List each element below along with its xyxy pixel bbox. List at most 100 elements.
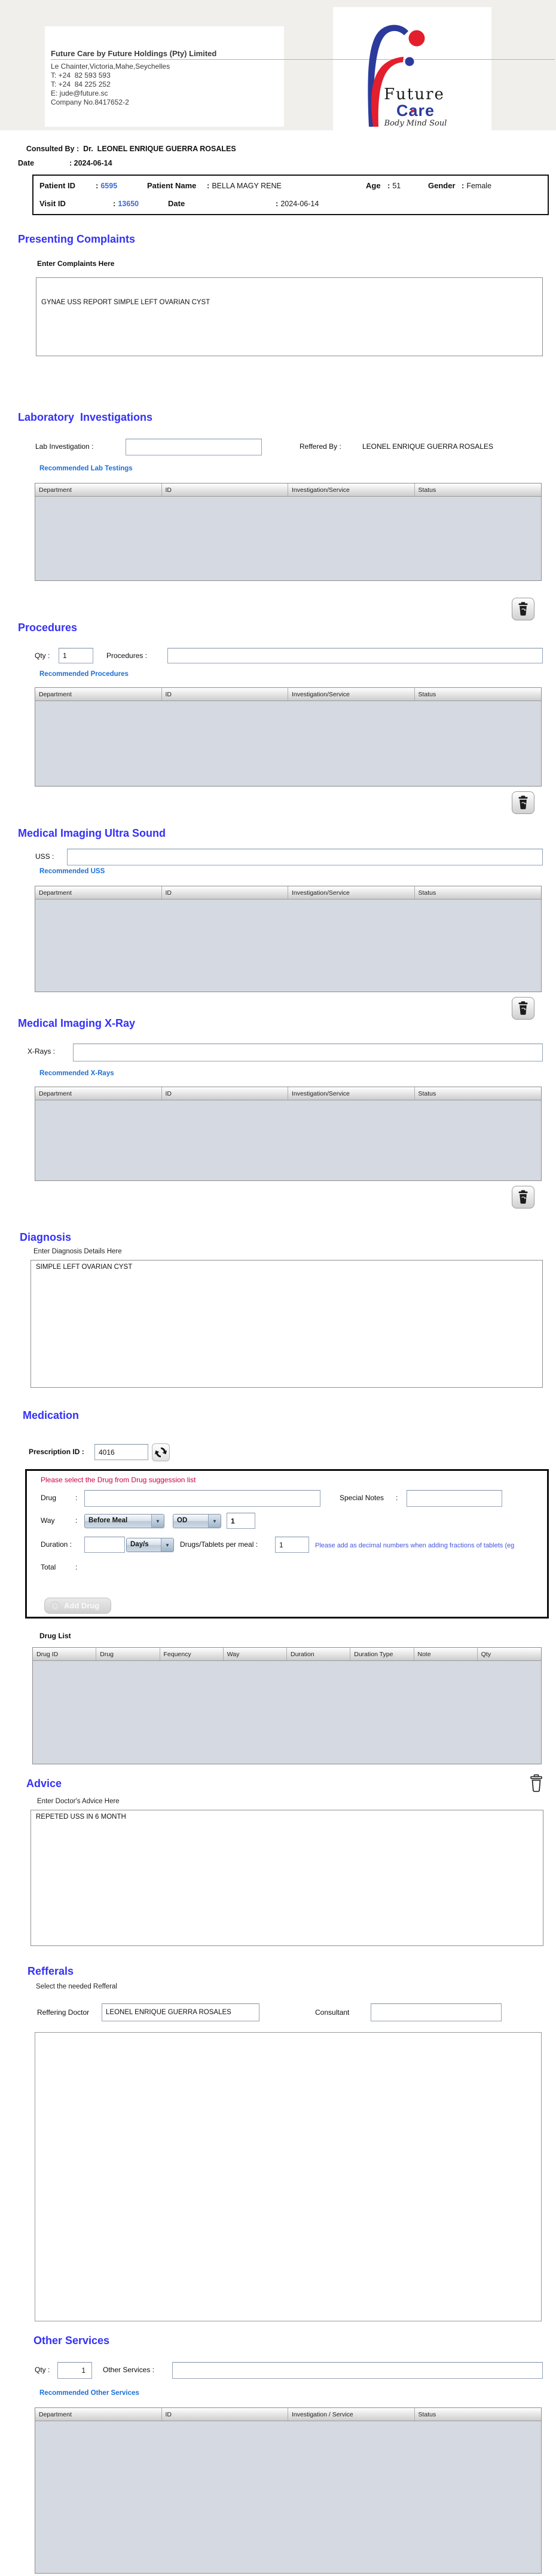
column-header-drug: Drug [96, 1648, 160, 1660]
column-header-department: Department [35, 484, 162, 496]
lab-investigation-label: Lab Investigation : [35, 442, 94, 451]
referred-by-label: Reffered By : [300, 442, 341, 451]
column-header-investigation: Investigation/Service [288, 688, 415, 700]
visit-id-value: 13650 [118, 200, 139, 208]
column-header-investigation: Investigation/Service [288, 484, 415, 496]
column-header-status: Status [418, 2410, 436, 2418]
uss-table-header: Department ID Investigation/Service Stat… [35, 886, 541, 900]
per-meal-hint: Please add as decimal numbers when addin… [315, 1542, 515, 1549]
procedures-label: Procedures : [106, 651, 148, 660]
column-header-id: ID [162, 2408, 288, 2421]
drug-input[interactable] [84, 1490, 320, 1507]
uss-input[interactable] [67, 849, 543, 865]
logo-tagline: Body Mind Soul [384, 119, 447, 128]
column-header-department: Department [35, 886, 162, 899]
section-title-xray: Medical Imaging X-Ray [18, 1017, 136, 1029]
column-header-status: Status [418, 889, 436, 897]
clear-advice-button[interactable] [527, 1773, 545, 1794]
duration-input[interactable] [84, 1537, 125, 1553]
procedures-table-body [35, 701, 541, 786]
clear-lab-table-button[interactable] [512, 598, 534, 620]
column-header-frequency: Fequency [160, 1648, 224, 1660]
way-label: Way [41, 1516, 55, 1525]
company-email: E: jude@future.sc [51, 89, 108, 97]
procedures-qty-input[interactable] [59, 648, 93, 663]
duration-unit-selected-value: Day/s [130, 1541, 149, 1548]
procedures-qty-label: Qty : [35, 651, 50, 660]
patient-info-box: Patient ID : 6595 Patient Name : BELLA M… [32, 175, 549, 215]
column-header-department: Department [35, 2408, 162, 2421]
refresh-icon [154, 1447, 167, 1458]
diagnosis-textarea[interactable]: SIMPLE LEFT OVARIAN CYST [30, 1260, 543, 1388]
referring-doctor-input[interactable] [102, 2003, 259, 2021]
recommended-uss-label: Recommended USS [39, 868, 105, 875]
clear-uss-table-button[interactable] [512, 997, 534, 1020]
other-services-input[interactable] [172, 2362, 543, 2379]
section-title-ultrasound: Medical Imaging Ultra Sound [18, 827, 166, 839]
refresh-prescription-id-button[interactable] [152, 1443, 170, 1461]
column-header-investigation: Investigation/Service [288, 1087, 415, 1100]
patient-name-label: Patient Name [147, 181, 197, 190]
logo-red-dot [408, 30, 425, 47]
company-address-line: Le Chainter,Victoria,Mahe,Seychelles [51, 62, 170, 71]
drug-label: Drug [41, 1494, 57, 1502]
add-drug-button[interactable]: + Add Drug [44, 1598, 111, 1614]
lab-investigation-input[interactable] [126, 439, 262, 455]
logo-blue-dot [405, 57, 414, 66]
other-services-qty-input[interactable] [57, 2362, 92, 2379]
chevron-down-icon: ▼ [208, 1515, 221, 1528]
referral-list-box [35, 2032, 542, 2321]
lab-testings-table: Department ID Investigation/Service Stat… [35, 483, 542, 581]
column-header-investigation: Investigation / Service [288, 2408, 415, 2421]
consult-date-label: Date [18, 159, 35, 167]
consultant-input[interactable] [371, 2003, 502, 2021]
consult-date-row: Date : 2024-06-14 [18, 159, 112, 167]
special-notes-label: Special Notes [340, 1494, 384, 1502]
patient-id-value: 6595 [100, 182, 118, 190]
duration-unit-select[interactable]: Day/s ▼ [126, 1538, 174, 1552]
special-notes-input[interactable] [407, 1490, 502, 1507]
logo-word-care: Care [396, 102, 435, 120]
column-header-status: Status [418, 486, 436, 494]
xray-table-header: Department ID Investigation/Service Stat… [35, 1087, 541, 1100]
column-header-duration-type: Duration Type [350, 1648, 414, 1660]
uss-table: Department ID Investigation/Service Stat… [35, 886, 542, 992]
company-phone-2: T: +24 84 225 252 [51, 80, 111, 88]
clear-procedures-table-button[interactable] [512, 791, 534, 814]
section-title-referrals: Refferals [28, 1965, 74, 1977]
other-services-table-body [35, 2421, 541, 2573]
trash-icon [518, 1190, 528, 1204]
recommended-procedures-label: Recommended Procedures [39, 671, 129, 678]
age-value: 51 [392, 182, 401, 190]
xrays-input[interactable] [73, 1044, 543, 1061]
column-header-id: ID [162, 688, 288, 700]
xrays-label: X-Rays : [28, 1047, 56, 1056]
column-header-investigation: Investigation/Service [288, 886, 415, 899]
prescription-id-input[interactable] [94, 1444, 148, 1460]
consulted-by-row: Consulted By : Dr. LEONEL ENRIQUE GUERRA… [18, 136, 236, 161]
drug-table-header: Drug ID Drug Fequency Way Duration Durat… [33, 1648, 541, 1661]
add-drug-label: Add Drug [64, 1601, 100, 1610]
per-meal-input[interactable] [275, 1537, 309, 1553]
gender-label: Gender [428, 181, 456, 190]
company-phone-1: T: +24 82 593 593 [51, 71, 111, 79]
total-label: Total [41, 1563, 56, 1571]
company-name: Future Care by Future Holdings (Pty) Lim… [51, 49, 217, 58]
complaints-textarea[interactable]: GYNAE USS REPORT SIMPLE LEFT OVARIAN CYS… [36, 277, 543, 356]
column-header-qty: Qty [481, 1650, 491, 1658]
frequency-select[interactable]: OD ▼ [173, 1514, 221, 1528]
section-title-other-services: Other Services [33, 2335, 110, 2346]
referred-by-value: LEONEL ENRIQUE GUERRA ROSALES [362, 442, 493, 451]
column-header-way: Way [224, 1648, 287, 1660]
clear-xray-table-button[interactable] [512, 1186, 534, 1209]
uss-table-body [35, 900, 541, 992]
trash-icon [518, 1001, 528, 1015]
column-header-id: ID [162, 886, 288, 899]
procedures-input[interactable] [167, 648, 543, 663]
frequency-qty-input[interactable] [227, 1513, 255, 1529]
column-header-department: Department [35, 1087, 162, 1100]
way-meal-select[interactable]: Before Meal ▼ [84, 1514, 164, 1528]
advice-textarea[interactable]: REPETED USS IN 6 MONTH [30, 1810, 543, 1946]
xray-table-body [35, 1100, 541, 1180]
gender-value: Female [466, 182, 492, 190]
